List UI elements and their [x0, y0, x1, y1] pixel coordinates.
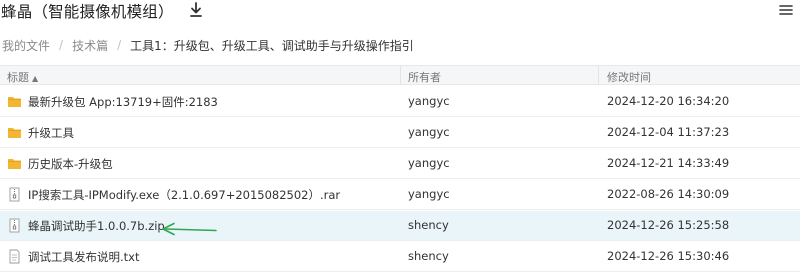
breadcrumb-item-tech[interactable]: 技术篇	[72, 37, 108, 54]
file-modified-time: 2024-12-21 14:33:49	[607, 155, 730, 170]
breadcrumb-separator: /	[59, 38, 64, 52]
page-title: 蜂晶（智能摄像机模组）	[1, 3, 174, 21]
file-modified-time: 2024-12-26 15:25:58	[607, 217, 730, 232]
text-file-icon	[7, 249, 22, 264]
file-name[interactable]: IP搜索工具-IPModify.exe（2.1.0.697+2015082502…	[28, 187, 340, 203]
file-owner: yangyc	[408, 124, 450, 139]
table-row[interactable]: 历史版本-升级包 yangyc 2024-12-21 14:33:49	[0, 149, 800, 179]
file-modified-time: 2022-08-26 14:30:09	[607, 186, 730, 201]
file-modified-time: 2024-12-20 16:34:20	[607, 94, 730, 108]
file-name[interactable]: 升级工具	[28, 125, 74, 141]
archive-file-icon	[7, 218, 22, 233]
file-modified-time: 2024-12-26 15:30:46	[607, 248, 730, 263]
archive-file-icon	[7, 187, 22, 202]
file-owner: shency	[408, 248, 449, 263]
file-owner: yangyc	[408, 94, 450, 108]
file-owner: shency	[408, 217, 449, 232]
file-name[interactable]: 调试工具发布说明.txt	[28, 249, 139, 265]
file-name[interactable]: 历史版本-升级包	[28, 156, 113, 172]
breadcrumb-current: 工具1：升级包、升级工具、调试助手与升级操作指引	[130, 38, 414, 53]
table-row[interactable]: 蜂晶调试助手1.0.0.7b.zip shency 2024-12-26 15:25…	[0, 210, 800, 241]
table-row[interactable]: 最新升级包 App:13719+固件:2183 yangyc 2024-12-20 …	[0, 87, 800, 117]
annotation-arrow-icon	[162, 222, 217, 236]
file-name[interactable]: 最新升级包 App:13719+固件:2183	[28, 94, 218, 110]
file-modified-time: 2024-12-04 11:37:23	[607, 124, 730, 139]
top-bar: 蜂晶（智能摄像机模组）	[0, 0, 800, 26]
file-owner: yangyc	[408, 186, 450, 201]
breadcrumb: 我的文件 / 技术篇 / 工具1：升级包、升级工具、调试助手与升级操作指引	[2, 37, 414, 53]
sort-ascending-icon: ▲	[32, 74, 39, 83]
menu-icon[interactable]	[779, 2, 793, 16]
table-row[interactable]: 升级工具 yangyc 2024-12-04 11:37:23	[0, 118, 800, 148]
breadcrumb-item-my-files[interactable]: 我的文件	[2, 37, 50, 54]
table-header: 标题 ▲ 所有者 修改时间	[0, 65, 800, 85]
download-icon[interactable]	[189, 2, 203, 18]
file-owner: yangyc	[408, 155, 450, 170]
column-header-name-label: 标题	[7, 71, 29, 84]
column-divider[interactable]	[598, 66, 599, 85]
folder-icon	[7, 156, 22, 171]
table-row[interactable]: IP搜索工具-IPModify.exe（2.1.0.697+2015082502…	[0, 180, 800, 210]
folder-icon	[7, 94, 22, 109]
column-header-name[interactable]: 标题 ▲	[7, 69, 38, 85]
file-name[interactable]: 蜂晶调试助手1.0.0.7b.zip	[28, 218, 165, 234]
folder-icon	[7, 125, 22, 140]
breadcrumb-separator: /	[117, 38, 122, 52]
column-header-modified[interactable]: 修改时间	[607, 69, 651, 85]
column-divider[interactable]	[400, 66, 401, 85]
column-header-owner[interactable]: 所有者	[408, 69, 441, 85]
table-row[interactable]: 调试工具发布说明.txt shency 2024-12-26 15:30:46	[0, 242, 800, 272]
